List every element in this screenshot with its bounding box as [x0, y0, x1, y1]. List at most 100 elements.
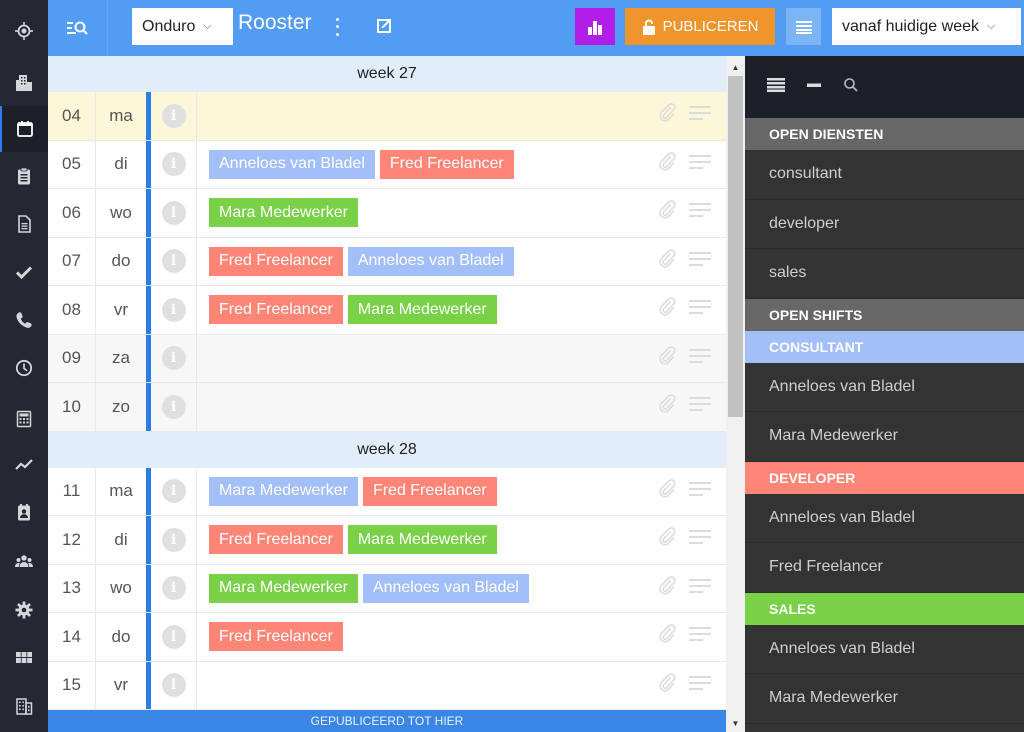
- notes-icon[interactable]: [688, 250, 712, 273]
- shift-tag-sales[interactable]: Mara Medewerker: [209, 198, 358, 228]
- search-icon[interactable]: [843, 77, 859, 98]
- day-info-button[interactable]: i: [151, 383, 197, 431]
- shift-cell[interactable]: Mara Medewerker Anneloes van Bladel: [197, 565, 654, 613]
- open-shift-person[interactable]: Anneloes van Bladel: [745, 363, 1024, 412]
- shift-tag-consultant[interactable]: Mara Medewerker: [209, 476, 358, 506]
- notes-icon[interactable]: [688, 104, 712, 127]
- shift-tag-developer[interactable]: Fred Freelancer: [209, 246, 343, 276]
- scrollbar-thumb[interactable]: [728, 76, 743, 417]
- open-service-item[interactable]: consultant: [745, 150, 1024, 200]
- shift-cell[interactable]: [197, 335, 654, 383]
- shift-tag-developer[interactable]: Fred Freelancer: [209, 295, 343, 325]
- attachment-icon[interactable]: [656, 345, 678, 372]
- notes-icon[interactable]: [688, 395, 712, 418]
- shift-tag-consultant[interactable]: Anneloes van Bladel: [347, 246, 514, 276]
- day-info-button[interactable]: i: [151, 92, 197, 140]
- shift-cell[interactable]: Fred Freelancer Anneloes van Bladel: [197, 238, 654, 286]
- open-shift-person[interactable]: Fred Freelancer: [745, 543, 1024, 593]
- nav-item-clipboard[interactable]: [0, 153, 48, 199]
- attachment-icon[interactable]: [656, 296, 678, 323]
- open-shift-person[interactable]: Mara Medewerker: [745, 674, 1024, 724]
- shift-cell[interactable]: Fred Freelancer Mara Medewerker: [197, 286, 654, 334]
- notes-icon[interactable]: [688, 480, 712, 503]
- day-info-button[interactable]: i: [151, 189, 197, 237]
- open-service-item[interactable]: developer: [745, 200, 1024, 249]
- shift-cell[interactable]: [197, 383, 654, 431]
- attachment-icon[interactable]: [656, 248, 678, 275]
- notes-icon[interactable]: [688, 528, 712, 551]
- day-info-button[interactable]: i: [151, 140, 197, 188]
- more-options-button[interactable]: [330, 16, 344, 38]
- notes-icon[interactable]: [688, 347, 712, 370]
- nav-item-organisation[interactable]: [0, 60, 48, 106]
- nav-item-settings[interactable]: [0, 587, 48, 633]
- nav-item-team[interactable]: [0, 539, 48, 585]
- shift-tag-sales[interactable]: Mara Medewerker: [209, 573, 358, 603]
- filter-search-button[interactable]: [48, 0, 108, 56]
- day-info-button[interactable]: i: [151, 516, 197, 564]
- nav-item-locate[interactable]: [0, 8, 48, 54]
- attachment-icon[interactable]: [656, 393, 678, 420]
- shift-cell[interactable]: [197, 92, 654, 140]
- shift-tag-developer[interactable]: Fred Freelancer: [379, 149, 514, 179]
- statistics-button[interactable]: [575, 8, 615, 45]
- day-info-button[interactable]: i: [151, 661, 197, 709]
- shift-tag-developer[interactable]: Fred Freelancer: [209, 525, 343, 555]
- day-info-button[interactable]: i: [151, 613, 197, 661]
- publish-button[interactable]: PUBLICEREN: [625, 8, 775, 45]
- attachment-icon[interactable]: [656, 623, 678, 650]
- shift-cell[interactable]: [197, 662, 654, 710]
- scroll-up-button[interactable]: ▲: [726, 58, 745, 76]
- day-info-button[interactable]: i: [151, 286, 197, 334]
- attachment-icon[interactable]: [656, 575, 678, 602]
- nav-item-clock[interactable]: [0, 345, 48, 391]
- attachment-icon[interactable]: [656, 102, 678, 129]
- notes-icon[interactable]: [688, 577, 712, 600]
- shift-tag-sales[interactable]: Mara Medewerker: [347, 525, 497, 555]
- nav-item-building[interactable]: [0, 683, 48, 729]
- attachment-icon[interactable]: [656, 199, 678, 226]
- shift-tag-developer[interactable]: Fred Freelancer: [209, 622, 343, 652]
- notes-icon[interactable]: [688, 201, 712, 224]
- notes-icon[interactable]: [688, 625, 712, 648]
- shift-cell[interactable]: Anneloes van Bladel Fred Freelancer: [197, 141, 654, 189]
- nav-item-check[interactable]: [0, 249, 48, 295]
- nav-item-document[interactable]: [0, 201, 48, 247]
- nav-item-chart[interactable]: [0, 441, 48, 487]
- nav-item-badge[interactable]: [0, 489, 48, 535]
- shift-cell[interactable]: Mara Medewerker Fred Freelancer: [197, 468, 654, 516]
- shift-cell[interactable]: Mara Medewerker: [197, 189, 654, 237]
- range-select[interactable]: vanaf huidige week ⌵: [832, 8, 1021, 45]
- attachment-icon[interactable]: [656, 672, 678, 699]
- open-external-button[interactable]: [373, 15, 395, 37]
- open-shift-person[interactable]: Mara Medewerker: [745, 412, 1024, 462]
- attachment-icon[interactable]: [656, 526, 678, 553]
- shift-cell[interactable]: Fred Freelancer Mara Medewerker: [197, 516, 654, 564]
- day-info-button[interactable]: i: [151, 564, 197, 612]
- notes-icon[interactable]: [688, 153, 712, 176]
- collapse-all-icon[interactable]: [807, 78, 821, 97]
- notes-icon[interactable]: [688, 674, 712, 697]
- day-info-button[interactable]: i: [151, 237, 197, 285]
- nav-item-grid[interactable]: [0, 635, 48, 681]
- open-shift-person[interactable]: Anneloes van Bladel: [745, 625, 1024, 674]
- day-info-button[interactable]: i: [151, 334, 197, 382]
- scroll-down-button[interactable]: ▼: [726, 714, 745, 732]
- company-select[interactable]: Onduro ⌵: [132, 8, 233, 45]
- notes-icon[interactable]: [688, 298, 712, 321]
- expand-all-icon[interactable]: [767, 77, 785, 97]
- open-shift-person[interactable]: Anneloes van Bladel: [745, 494, 1024, 543]
- nav-item-calculator[interactable]: [0, 396, 48, 442]
- attachment-icon[interactable]: [656, 151, 678, 178]
- open-service-item[interactable]: sales: [745, 249, 1024, 299]
- shift-tag-consultant[interactable]: Anneloes van Bladel: [209, 149, 375, 179]
- shift-tag-developer[interactable]: Fred Freelancer: [362, 476, 497, 506]
- nav-item-calendar[interactable]: [0, 106, 48, 152]
- shift-tag-consultant[interactable]: Anneloes van Bladel: [362, 573, 529, 603]
- day-info-button[interactable]: i: [151, 467, 197, 515]
- shift-tag-sales[interactable]: Mara Medewerker: [347, 295, 497, 325]
- schedule-scrollbar[interactable]: ▲ ▼: [726, 56, 745, 732]
- list-view-button[interactable]: [786, 8, 821, 45]
- attachment-icon[interactable]: [656, 478, 678, 505]
- nav-item-phone[interactable]: [0, 297, 48, 343]
